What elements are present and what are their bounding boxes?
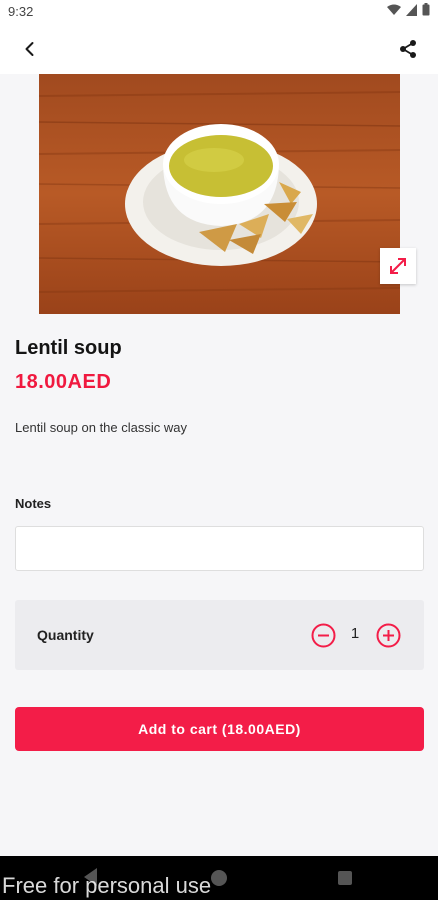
watermark: Free for personal use xyxy=(2,873,212,898)
product-name: Lentil soup xyxy=(15,337,122,359)
arrow-back-icon xyxy=(25,42,34,56)
battery-icon xyxy=(422,3,430,16)
signal-icon xyxy=(406,3,417,16)
wifi-icon xyxy=(387,4,401,15)
product-image xyxy=(39,74,400,314)
nav-home-icon[interactable] xyxy=(211,870,227,886)
notes-label: Notes xyxy=(15,496,52,511)
back-button[interactable] xyxy=(14,33,46,65)
quantity-value: 1 xyxy=(350,625,360,642)
expand-icon xyxy=(390,258,406,274)
product-description: Lentil soup on the classic way xyxy=(15,420,187,435)
notes-input[interactable] xyxy=(15,526,424,571)
quantity-panel: Quantity 1 xyxy=(15,600,424,670)
status-icons xyxy=(387,3,430,16)
status-time: 9:32 xyxy=(8,4,34,19)
share-icon xyxy=(400,40,416,58)
quantity-label: Quantity xyxy=(37,627,94,643)
product-price: 18.00AED xyxy=(15,371,112,393)
expand-image-button[interactable] xyxy=(380,248,416,284)
status-bar: 9:32 xyxy=(0,0,438,24)
nav-recent-icon[interactable] xyxy=(338,871,352,885)
plus-circle-icon[interactable] xyxy=(376,623,401,648)
minus-circle-icon[interactable] xyxy=(311,623,336,648)
add-to-cart-button[interactable]: Add to cart (18.00AED) xyxy=(15,707,424,751)
app-bar xyxy=(0,24,438,74)
share-button[interactable] xyxy=(392,33,424,65)
